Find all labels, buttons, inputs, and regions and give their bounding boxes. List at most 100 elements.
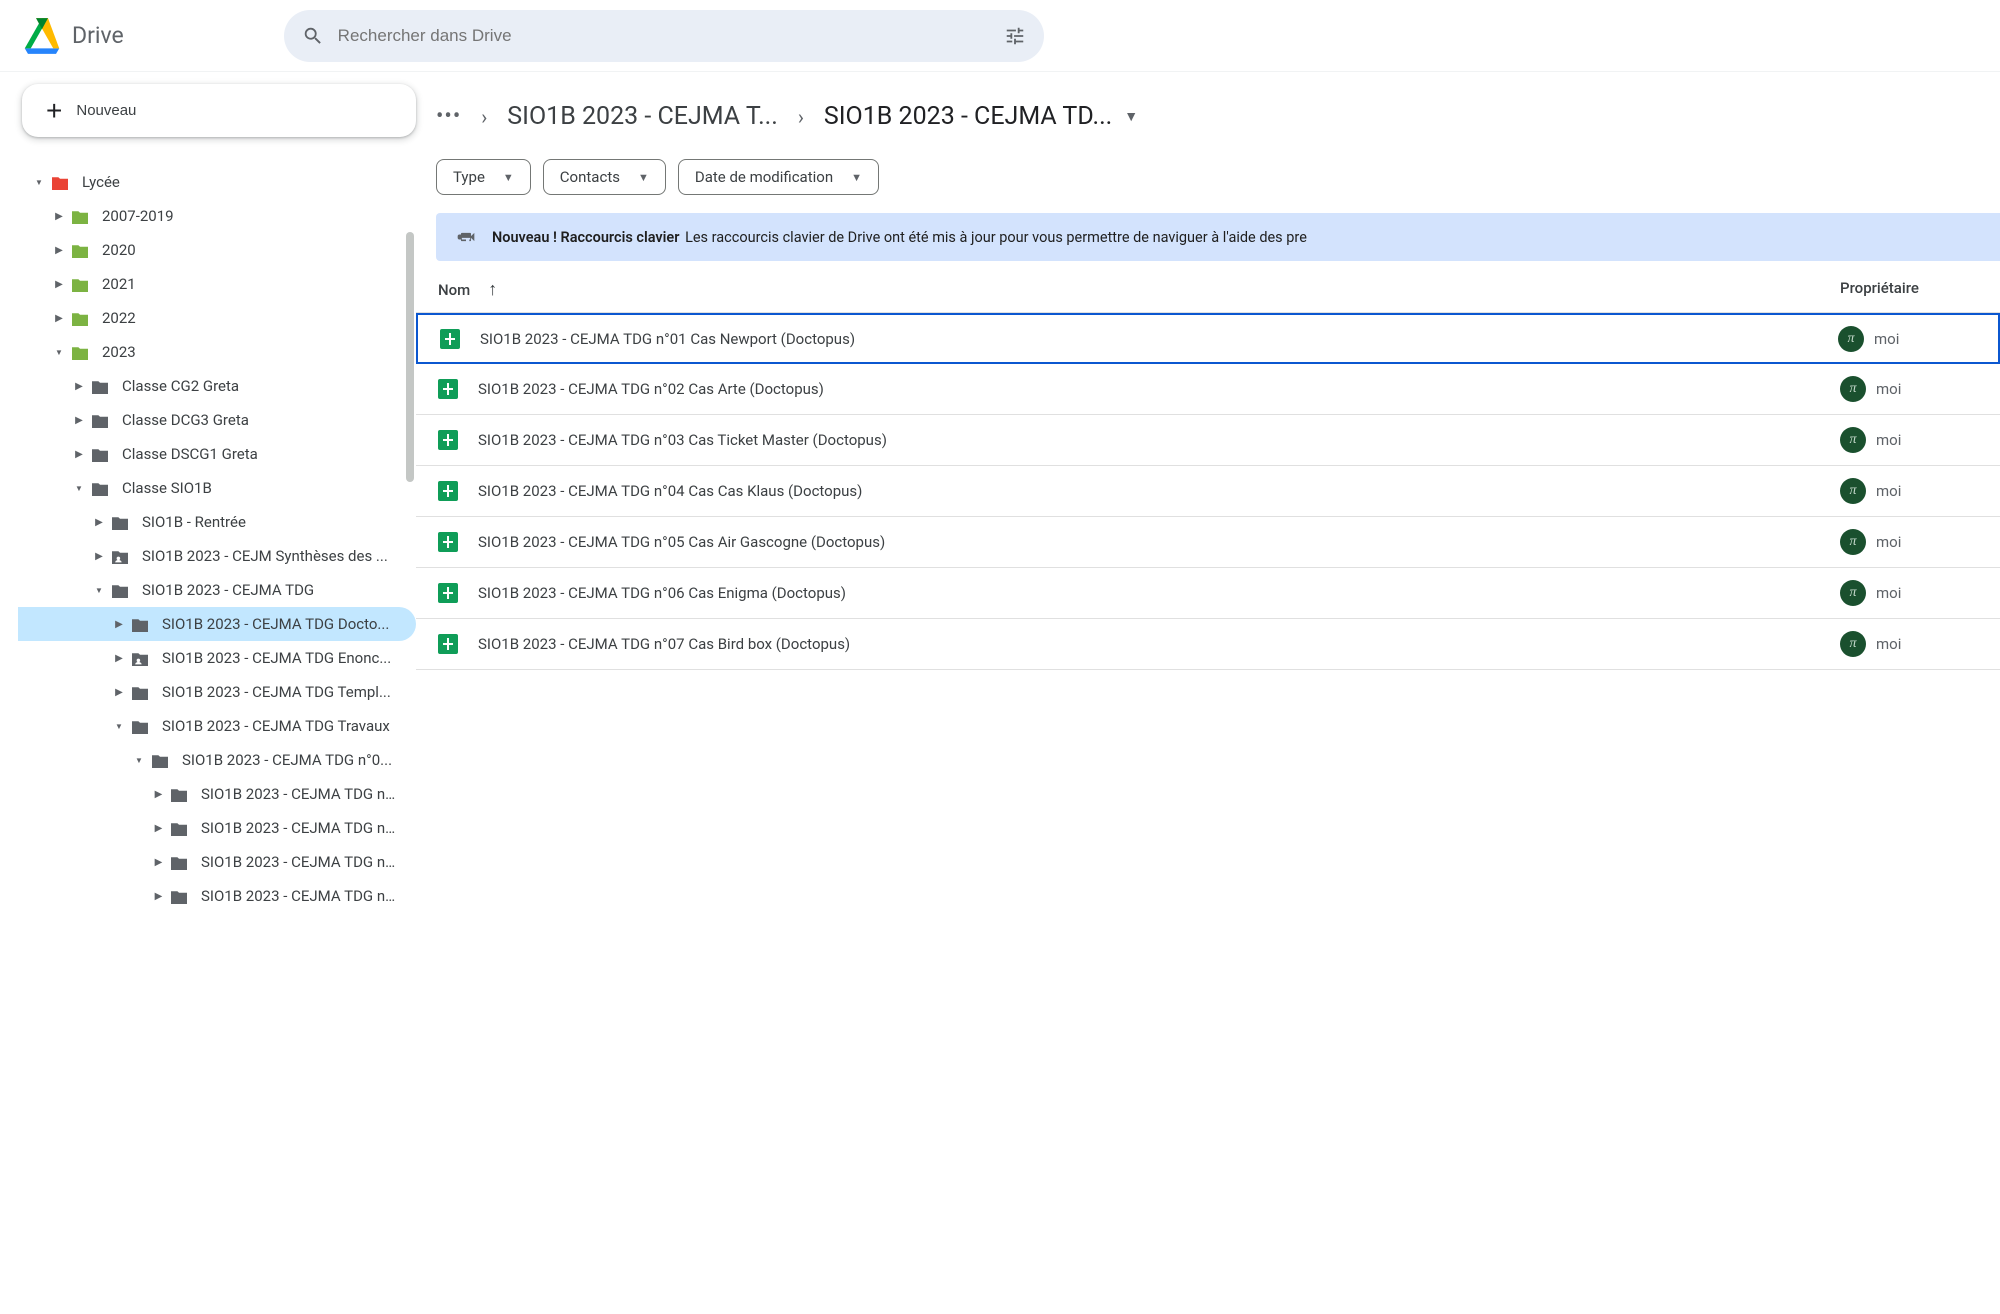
file-row[interactable]: SIO1B 2023 - CEJMA TDG n°01 Cas Newport … — [416, 313, 2000, 364]
filter-chip[interactable]: Type▼ — [436, 159, 531, 195]
tree-item[interactable]: ▶ SIO1B 2023 - CEJM Synthèses des ... — [18, 539, 416, 573]
file-name: SIO1B 2023 - CEJMA TDG n°03 Cas Ticket M… — [478, 431, 887, 449]
expand-icon[interactable]: ▶ — [152, 789, 165, 800]
tree-label: 2023 — [102, 343, 136, 361]
tree-item[interactable]: ▶SIO1B 2023 - CEJMA TDG n°0... — [18, 845, 416, 879]
tree-item[interactable]: ▶2007-2019 — [18, 199, 416, 233]
new-button-label: Nouveau — [76, 102, 136, 119]
expand-icon[interactable]: ▶ — [92, 551, 106, 562]
expand-icon[interactable]: ▶ — [72, 415, 86, 426]
file-row[interactable]: SIO1B 2023 - CEJMA TDG n°07 Cas Bird box… — [416, 619, 2000, 670]
folder-icon — [70, 310, 90, 326]
file-row[interactable]: SIO1B 2023 - CEJMA TDG n°06 Cas Enigma (… — [416, 568, 2000, 619]
expand-icon[interactable]: ▶ — [52, 245, 66, 256]
expand-icon[interactable]: ▶ — [112, 653, 126, 664]
tree-item[interactable]: ▶2020 — [18, 233, 416, 267]
sort-ascending-icon: ↑ — [488, 279, 497, 300]
file-row[interactable]: SIO1B 2023 - CEJMA TDG n°05 Cas Air Gasc… — [416, 517, 2000, 568]
file-name: SIO1B 2023 - CEJMA TDG n°02 Cas Arte (Do… — [478, 380, 824, 398]
expand-icon[interactable]: ▶ — [152, 823, 165, 834]
chevron-right-icon: › — [481, 105, 487, 129]
avatar: π — [1840, 580, 1866, 606]
tree-item[interactable]: ▶Classe DSCG1 Greta — [18, 437, 416, 471]
folder-icon — [70, 208, 90, 224]
file-name-cell: SIO1B 2023 - CEJMA TDG n°05 Cas Air Gasc… — [438, 532, 1840, 552]
file-row[interactable]: SIO1B 2023 - CEJMA TDG n°02 Cas Arte (Do… — [416, 364, 2000, 415]
expand-icon[interactable]: ▶ — [152, 857, 165, 868]
expand-icon[interactable]: ▼ — [112, 722, 126, 731]
folder-icon — [169, 854, 189, 870]
tune-icon[interactable] — [1004, 25, 1026, 47]
tree-item[interactable]: ▶Classe CG2 Greta — [18, 369, 416, 403]
expand-icon[interactable]: ▶ — [72, 381, 86, 392]
app-root: Drive + Nouveau ▼Lycée▶2007-2019▶2020▶20… — [0, 0, 2000, 1314]
folder-icon — [70, 276, 90, 292]
tree-item[interactable]: ▼SIO1B 2023 - CEJMA TDG Travaux — [18, 709, 416, 743]
keyboard-shortcuts-banner[interactable]: Nouveau ! Raccourcis clavier Les raccour… — [436, 213, 2000, 261]
owner-label: moi — [1874, 330, 1899, 348]
tree-item[interactable]: ▶SIO1B - Rentrée — [18, 505, 416, 539]
tree-item[interactable]: ▶2022 — [18, 301, 416, 335]
sidebar: + Nouveau ▼Lycée▶2007-2019▶2020▶2021▶202… — [0, 72, 416, 1314]
folder-icon — [169, 888, 189, 904]
owner-label: moi — [1876, 635, 1901, 653]
avatar: π — [1840, 529, 1866, 555]
sheets-icon — [438, 532, 458, 552]
filter-label: Date de modification — [695, 168, 833, 186]
tree-item[interactable]: ▼Lycée — [18, 165, 416, 199]
breadcrumb-current-label: SIO1B 2023 - CEJMA TD... — [824, 102, 1112, 131]
owner-label: moi — [1876, 431, 1901, 449]
tree-item[interactable]: ▼ 2023 — [18, 335, 416, 369]
tree-item[interactable]: ▶SIO1B 2023 - CEJMA TDG n°0... — [18, 777, 416, 811]
expand-icon[interactable]: ▶ — [112, 619, 126, 630]
tree-label: SIO1B 2023 - CEJM Synthèses des ... — [142, 547, 388, 565]
tree-item[interactable]: ▶SIO1B 2023 - CEJMA TDG Docto... — [18, 607, 416, 641]
tree-item[interactable]: ▶2021 — [18, 267, 416, 301]
main-content: ••• › SIO1B 2023 - CEJMA T... › SIO1B 20… — [416, 72, 2000, 1314]
filter-chip[interactable]: Date de modification ▼ — [678, 159, 879, 195]
breadcrumb-current[interactable]: SIO1B 2023 - CEJMA TD... ▼ — [824, 102, 1138, 131]
column-owner-header[interactable]: Propriétaire — [1840, 279, 2000, 300]
folder-icon — [90, 446, 110, 462]
folder-icon — [150, 752, 170, 768]
folder-icon — [130, 650, 150, 666]
logo-area[interactable]: Drive — [22, 18, 124, 54]
tree-item[interactable]: ▼ SIO1B 2023 - CEJMA TDG — [18, 573, 416, 607]
tree-label: SIO1B 2023 - CEJMA TDG Enonc... — [162, 649, 391, 667]
tree-item[interactable]: ▶ SIO1B 2023 - CEJMA TDG Enonc... — [18, 641, 416, 675]
expand-icon[interactable]: ▼ — [132, 756, 146, 765]
filter-chip[interactable]: Contacts▼ — [543, 159, 666, 195]
expand-icon[interactable]: ▼ — [72, 484, 86, 493]
file-row[interactable]: SIO1B 2023 - CEJMA TDG n°03 Cas Ticket M… — [416, 415, 2000, 466]
expand-icon[interactable]: ▶ — [52, 211, 66, 222]
expand-icon[interactable]: ▶ — [112, 687, 126, 698]
dropdown-icon: ▼ — [638, 171, 649, 184]
search-bar[interactable] — [284, 10, 1044, 62]
search-input[interactable] — [338, 26, 1004, 46]
breadcrumb-parent[interactable]: SIO1B 2023 - CEJMA T... — [507, 102, 778, 131]
scrollbar[interactable] — [406, 232, 414, 482]
column-name-header[interactable]: Nom ↑ — [438, 279, 1840, 300]
avatar: π — [1840, 427, 1866, 453]
folder-icon — [70, 344, 90, 360]
tree-item[interactable]: ▶ SIO1B 2023 - CEJMA TDG n°0... — [18, 811, 416, 845]
expand-icon[interactable]: ▶ — [152, 891, 165, 902]
expand-icon[interactable]: ▼ — [32, 178, 46, 187]
expand-icon[interactable]: ▶ — [72, 449, 86, 460]
expand-icon[interactable]: ▼ — [92, 586, 106, 595]
tree-label: SIO1B 2023 - CEJMA TDG — [142, 581, 314, 599]
file-row[interactable]: SIO1B 2023 - CEJMA TDG n°04 Cas Cas Klau… — [416, 466, 2000, 517]
tree-label: SIO1B 2023 - CEJMA TDG n°0... — [201, 819, 396, 837]
expand-icon[interactable]: ▼ — [52, 348, 66, 357]
tree-item[interactable]: ▼Classe SIO1B — [18, 471, 416, 505]
tree-item[interactable]: ▶SIO1B 2023 - CEJMA TDG n°0... — [18, 879, 416, 913]
dropdown-icon: ▼ — [851, 171, 862, 184]
tree-item[interactable]: ▼SIO1B 2023 - CEJMA TDG n°0... — [18, 743, 416, 777]
expand-icon[interactable]: ▶ — [52, 279, 66, 290]
new-button[interactable]: + Nouveau — [22, 84, 416, 137]
tree-item[interactable]: ▶SIO1B 2023 - CEJMA TDG Templ... — [18, 675, 416, 709]
tree-item[interactable]: ▶Classe DCG3 Greta — [18, 403, 416, 437]
expand-icon[interactable]: ▶ — [92, 517, 106, 528]
breadcrumb-overflow-icon[interactable]: ••• — [436, 104, 461, 129]
expand-icon[interactable]: ▶ — [52, 313, 66, 324]
